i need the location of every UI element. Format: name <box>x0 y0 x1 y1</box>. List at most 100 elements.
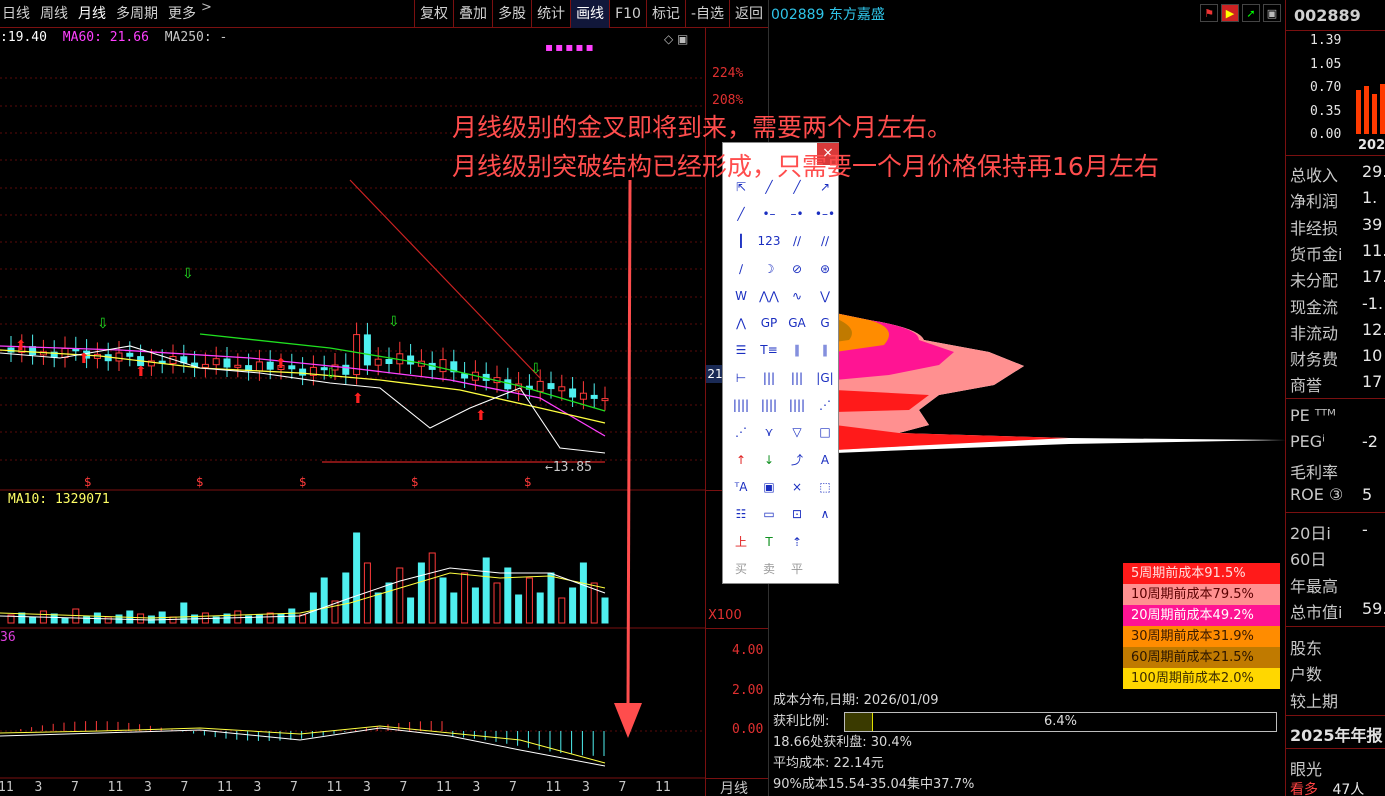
low-price-marker: ←13.85 <box>545 460 592 475</box>
drawing-tool-icon[interactable]: 123 <box>755 228 783 255</box>
info-row-key: 总市值i <box>1290 602 1343 622</box>
annotation-line-2: 月线级别突破结构已经形成，只需要一个月价格保持再16月左右 <box>452 152 1159 181</box>
drawing-tool-icon[interactable]: W <box>727 282 755 309</box>
drawing-tool-icon[interactable]: ∥ <box>783 337 811 364</box>
drawing-tool-icon[interactable]: 上 <box>727 528 755 555</box>
chevron-right-icon[interactable]: > <box>201 0 212 28</box>
drawing-tool-icon[interactable]: T≡ <box>755 337 783 364</box>
drawing-tool-icon[interactable]: ☽ <box>755 255 783 282</box>
drawing-tool-icon[interactable]: ☷ <box>727 501 755 528</box>
drawing-tool-icon[interactable]: ∕ <box>727 255 755 282</box>
time-axis-label: 7 <box>71 780 79 795</box>
drawing-tool-icon[interactable]: ∕∕ <box>811 228 839 255</box>
toolbar-button-0[interactable]: 复权 <box>414 0 453 28</box>
time-axis-label: 3 <box>472 780 481 795</box>
drawing-tool-icon[interactable]: •–• <box>811 200 839 227</box>
drawing-tool-icon[interactable]: 平 <box>783 555 811 582</box>
annotation-line-1: 月线级别的金叉即将到来，需要两个月左右。 <box>452 113 953 142</box>
drawing-tool-icon[interactable]: ||| <box>755 364 783 391</box>
drawing-tool-icon[interactable]: ⊢ <box>727 364 755 391</box>
drawing-tool-icon[interactable]: GP <box>755 309 783 336</box>
drawing-tool-icon[interactable]: |||| <box>755 391 783 418</box>
toolbar-button-7[interactable]: -自选 <box>684 0 729 28</box>
drawing-tool-icon[interactable]: ▣ <box>755 473 783 500</box>
tab-period-2[interactable]: 月线 <box>73 0 111 28</box>
drawing-tool-icon[interactable] <box>811 555 839 582</box>
drawing-tool-icon[interactable]: ⋀ <box>727 309 755 336</box>
drawing-tool-icon[interactable]: × <box>783 473 811 500</box>
drawing-tool-icon[interactable]: ᵀA <box>727 473 755 500</box>
info-row: 货币金i 11. <box>1290 241 1385 265</box>
drawing-tool-icon[interactable]: ⋰ <box>727 419 755 446</box>
drawing-tool-icon[interactable]: ▽ <box>783 419 811 446</box>
toolbar-button-6[interactable]: 标记 <box>645 0 685 28</box>
toolbar-button-2[interactable]: 多股 <box>492 0 531 28</box>
drawing-tool-icon[interactable]: □ <box>811 419 839 446</box>
drawing-tool-icon[interactable]: ▭ <box>755 501 783 528</box>
toolbar-button-8[interactable]: 返回 <box>729 0 768 28</box>
drawing-tool-icon[interactable]: ⋁ <box>811 282 839 309</box>
info-row: 60日 <box>1290 546 1326 570</box>
svg-text:⬆: ⬆ <box>275 356 287 372</box>
ma30-value: :19.40 <box>0 30 47 45</box>
chip-chart <box>835 313 1286 453</box>
cost-90: 90%成本15.54-35.04集中37.7% <box>773 777 975 792</box>
drawing-tool-icon[interactable] <box>811 528 839 555</box>
chart-settings-icons[interactable]: ◇ ▣ <box>664 32 688 46</box>
drawing-tool-icon[interactable]: ↓ <box>755 446 783 473</box>
drawing-tool-icon[interactable]: ∧ <box>811 501 839 528</box>
svg-text:⬆: ⬆ <box>135 364 147 380</box>
drawing-tool-icon[interactable]: ⤴ <box>783 446 811 473</box>
toolbar-button-3[interactable]: 统计 <box>531 0 570 28</box>
info-row-value: 5 <box>1362 484 1373 504</box>
info-row: 财务费 10 <box>1290 346 1382 370</box>
time-axis-label: 3 <box>144 780 152 795</box>
drawing-tool-icon[interactable]: ⬚ <box>811 473 839 500</box>
drawing-tool-icon[interactable]: ⋰ <box>811 391 839 418</box>
drawing-tool-icon[interactable]: 买 <box>727 555 755 582</box>
macd-axis-label: 2.00 <box>732 683 764 698</box>
drawing-tool-icon[interactable]: ⋀⋀ <box>755 282 783 309</box>
time-axis-label: 3 <box>363 780 371 795</box>
tab-period-4[interactable]: 更多 <box>163 0 201 28</box>
tab-period-0[interactable]: 日线 <box>0 0 35 28</box>
drawing-tool-icon[interactable]: GA <box>783 309 811 336</box>
drawing-tool-icon[interactable]: ⊘ <box>783 255 811 282</box>
info-row-value: 12. <box>1362 319 1385 339</box>
drawing-tool-icon[interactable]: G <box>811 309 839 336</box>
drawing-tool-icon[interactable]: ∕∕ <box>783 228 811 255</box>
drawing-tool-icon[interactable]: ╱ <box>727 200 755 227</box>
svg-text:⇩: ⇩ <box>97 316 109 332</box>
drawing-tool-icon[interactable]: |||| <box>783 391 811 418</box>
drawing-tool-icon[interactable]: A <box>811 446 839 473</box>
drawing-tool-icon[interactable]: |G| <box>811 364 839 391</box>
drawing-tool-icon[interactable]: •– <box>755 200 783 227</box>
drawing-tool-icon[interactable]: –• <box>783 200 811 227</box>
drawing-tool-icon[interactable]: ☰ <box>727 337 755 364</box>
drawing-tool-icon[interactable]: ∿ <box>783 282 811 309</box>
drawing-tool-icon[interactable]: ∥ <box>811 337 839 364</box>
drawing-tool-icon[interactable]: ┃ <box>727 228 755 255</box>
tab-period-3[interactable]: 多周期 <box>111 0 163 28</box>
toolbar-button-5[interactable]: F10 <box>609 0 646 28</box>
info-row: 20日i - <box>1290 520 1368 544</box>
tab-period-1[interactable]: 周线 <box>35 0 73 28</box>
price-axis-label: 208% <box>712 93 744 108</box>
drawing-tool-icon[interactable]: ⋎ <box>755 419 783 446</box>
drawing-tool-icon[interactable]: ||| <box>783 364 811 391</box>
drawing-tool-icon[interactable]: ⇡ <box>783 528 811 555</box>
info-row-key: 财务费 <box>1290 350 1339 370</box>
svg-text:$: $ <box>299 475 307 489</box>
svg-text:$: $ <box>411 475 419 489</box>
report-label[interactable]: 2025年年报 <box>1290 722 1383 746</box>
drawing-tool-icon[interactable]: 卖 <box>755 555 783 582</box>
drawing-tool-icon[interactable]: |||| <box>727 391 755 418</box>
drawing-tool-icon[interactable]: ↑ <box>727 446 755 473</box>
drawing-tool-icon[interactable]: T <box>755 528 783 555</box>
time-axis-label: 7 <box>399 780 408 795</box>
drawing-tool-icon[interactable]: ⊛ <box>811 255 839 282</box>
drawing-tool-icon[interactable]: ⊡ <box>783 501 811 528</box>
info-row-key: 户数 <box>1290 665 1323 685</box>
toolbar-button-4[interactable]: 画线 <box>570 0 610 28</box>
toolbar-button-1[interactable]: 叠加 <box>453 0 492 28</box>
